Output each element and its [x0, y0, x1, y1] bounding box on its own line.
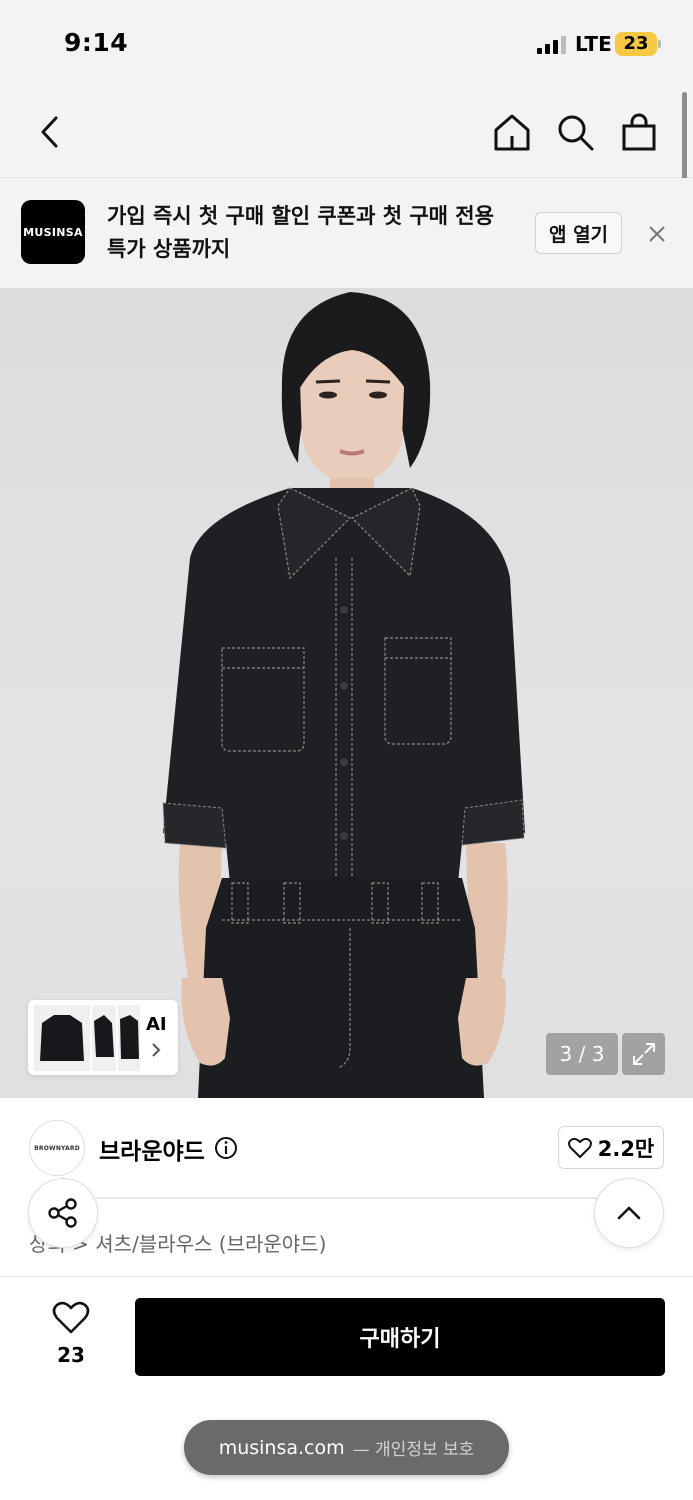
product-info: BROWNYARD 브라운야드 2.2만 상의 > 셔츠/블라우스 (브라운야드…: [0, 1098, 693, 1276]
signal-icon: [537, 36, 567, 54]
privacy-label: — 개인정보 보호: [352, 1440, 475, 1460]
info-icon[interactable]: [214, 1136, 238, 1160]
app-install-banner: MUSINSA 가입 즉시 첫 구매 할인 쿠폰과 첫 구매 전용 특가 상품까…: [0, 178, 693, 288]
product-like-button[interactable]: 23: [46, 1301, 96, 1367]
top-nav: [0, 88, 693, 178]
expand-button[interactable]: [622, 1033, 665, 1075]
site-domain: musinsa.com: [218, 1436, 345, 1459]
browser-address-pill[interactable]: musinsa.com — 개인정보 보호: [184, 1420, 509, 1475]
image-counter: 3 / 3: [546, 1033, 618, 1075]
buy-button[interactable]: 구매하기: [135, 1298, 665, 1376]
expand-icon: [632, 1043, 655, 1065]
scroll-top-button[interactable]: [594, 1178, 664, 1248]
product-like-count: 23: [57, 1343, 85, 1367]
shopping-bag-icon: [622, 113, 656, 151]
product-image-gallery[interactable]: AI 3 / 3: [0, 288, 693, 1098]
network-type: LTE: [575, 32, 612, 56]
ai-similar-products-card[interactable]: AI: [28, 1000, 178, 1075]
home-icon: [494, 114, 530, 151]
product-page: 9:14 LTE 23 MUSINSA 가입 즉시 첫 구매 할인 쿠폰과 첫 …: [0, 0, 693, 1500]
brand-logo[interactable]: BROWNYARD: [29, 1120, 85, 1176]
share-button[interactable]: [28, 1178, 98, 1248]
chevron-up-icon: [617, 1206, 641, 1220]
battery-tip: [658, 40, 661, 48]
close-icon[interactable]: [643, 220, 671, 248]
banner-message: 가입 즉시 첫 구매 할인 쿠폰과 첫 구매 전용 특가 상품까지: [107, 204, 494, 261]
open-app-button[interactable]: 앱 열기: [535, 212, 622, 254]
brand-like-button[interactable]: 2.2만: [558, 1126, 664, 1169]
heart-icon: [567, 1137, 592, 1158]
home-button[interactable]: [488, 108, 536, 156]
similar-products-thumbnails: [34, 1005, 140, 1071]
chevron-left-icon: [41, 116, 58, 148]
back-button[interactable]: [26, 108, 74, 156]
search-icon: [558, 115, 594, 151]
product-photo: [162, 292, 525, 1098]
cart-button[interactable]: [615, 108, 663, 156]
brand-like-count: 2.2만: [597, 1136, 655, 1161]
purchase-bar: 23 구매하기 musinsa.com — 개인정보 보호: [0, 1276, 693, 1500]
status-time: 9:14: [64, 28, 129, 57]
chevron-right-icon: [152, 1043, 161, 1057]
status-bar: 9:14 LTE 23: [0, 0, 693, 88]
ai-label: AI: [146, 1014, 167, 1035]
share-icon: [48, 1198, 77, 1228]
divider: [97, 1197, 627, 1199]
heart-icon: [52, 1301, 90, 1334]
battery-icon: 23: [615, 32, 657, 56]
brand-name[interactable]: 브라운야드: [99, 1132, 205, 1166]
search-button[interactable]: [551, 108, 599, 156]
musinsa-logo: MUSINSA: [21, 200, 85, 264]
